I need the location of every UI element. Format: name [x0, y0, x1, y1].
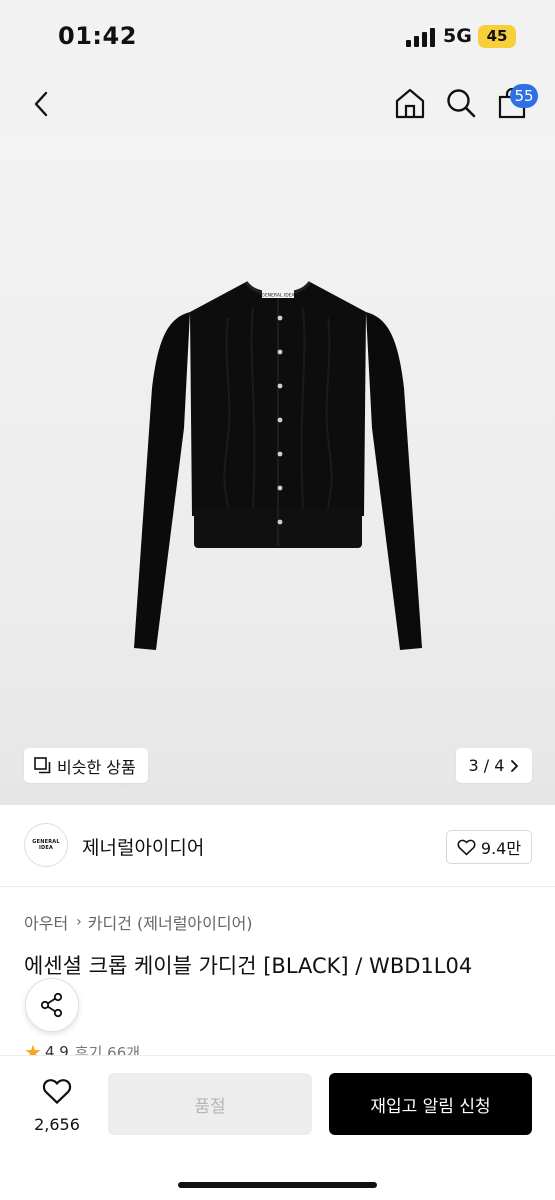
brand-like-count: 9.4만 [480, 839, 522, 858]
image-pager-button[interactable]: 3 / 4 [456, 748, 532, 783]
copy-icon [34, 757, 51, 774]
share-icon [40, 992, 63, 1018]
similar-products-label: 비슷한 상품 [57, 757, 136, 777]
battery-icon: 45 [478, 25, 516, 48]
brand-like-button[interactable]: 9.4만 [446, 830, 532, 864]
network-label: 5G [443, 25, 472, 47]
breadcrumb-item-cardigan[interactable]: 카디건 (제너럴아이디어) [88, 910, 253, 934]
product-image: GENERAL IDEA [134, 280, 422, 650]
share-button[interactable] [25, 978, 79, 1032]
heart-icon [42, 1079, 72, 1105]
breadcrumb-item-outer[interactable]: 아우터 [24, 910, 68, 934]
wishlist-button[interactable]: 2,656 [24, 1078, 90, 1134]
sold-out-button: 품절 [108, 1073, 312, 1135]
brand-name[interactable]: 제너럴아이디어 [82, 833, 204, 860]
breadcrumb: 아우터 › 카디건 (제너럴아이디어) [24, 910, 253, 934]
similar-products-button[interactable]: 비슷한 상품 [24, 748, 148, 783]
status-bar: 01:42 5G 45 [0, 0, 555, 72]
wishlist-count: 2,656 [34, 1115, 80, 1134]
restock-alert-button[interactable]: 재입고 알림 신청 [329, 1073, 532, 1135]
heart-icon [457, 839, 476, 856]
brand-logo[interactable]: GENERAL IDEA [24, 823, 68, 867]
status-time: 01:42 [58, 22, 137, 50]
search-icon[interactable] [445, 86, 477, 120]
chevron-right-icon: › [76, 914, 82, 930]
home-icon[interactable] [394, 86, 426, 120]
product-title: 에센셜 크롭 케이블 가디건 [BLACK] / WBD1L04 [24, 954, 473, 978]
back-icon[interactable] [26, 88, 56, 120]
image-pager-label: 3 / 4 [468, 756, 505, 775]
signal-icon [406, 27, 436, 47]
bottom-action-bar: 2,656 품절 재입고 알림 신청 [0, 1055, 555, 1200]
home-indicator [178, 1182, 377, 1188]
garment-label: GENERAL IDEA [261, 293, 295, 299]
brand-row: GENERAL IDEA 제너럴아이디어 9.4만 [0, 805, 555, 887]
chevron-right-icon [511, 759, 519, 772]
top-nav [0, 72, 555, 138]
product-image-gallery[interactable]: GENERAL IDEA 비슷한 상품 3 / 4 [0, 138, 555, 805]
cart-count-badge: 55 [510, 84, 538, 108]
